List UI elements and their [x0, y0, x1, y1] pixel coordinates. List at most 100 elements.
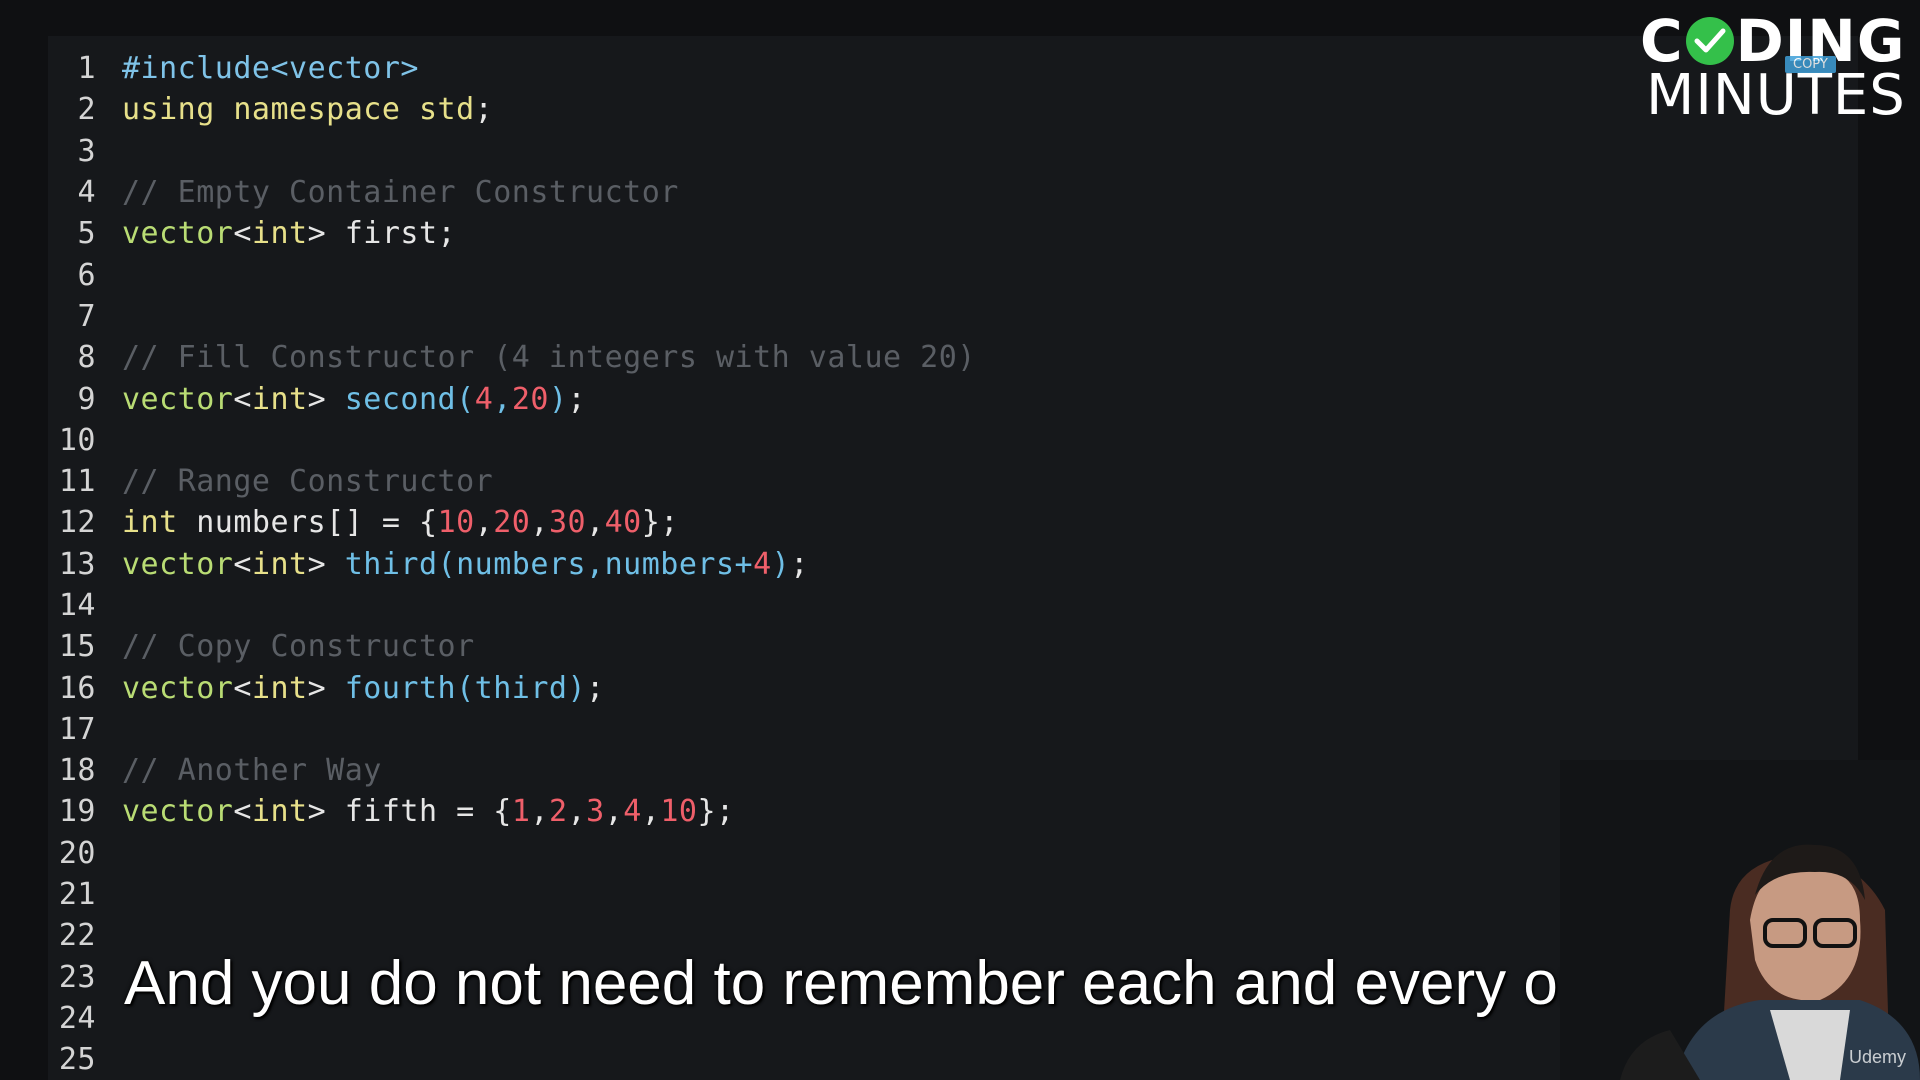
code-text: vector<int> fifth = {1,2,3,4,10};	[96, 794, 735, 829]
line-number: 22	[58, 918, 96, 954]
code-token: third(numbers,numbers+	[344, 546, 754, 582]
code-line: 8 // Fill Constructor (4 integers with va…	[48, 337, 1858, 378]
code-token: ,	[530, 505, 549, 541]
code-line: 1 #include<vector>	[48, 48, 1858, 89]
presenter-webcam: Udemy	[1560, 760, 1920, 1080]
code-token: 10	[437, 505, 475, 541]
code-token: int	[251, 546, 308, 582]
code-text: vector<int> first;	[96, 216, 456, 251]
code-token: )	[548, 381, 568, 417]
code-token: ,	[586, 505, 605, 541]
code-token: int	[251, 794, 308, 830]
code-token: ,	[530, 794, 549, 830]
code-token: > fifth = {	[307, 794, 512, 830]
code-token: 4	[474, 381, 494, 417]
code-token: #include<vector>	[122, 51, 419, 87]
code-token: ;	[474, 92, 494, 128]
logo-word-minutes: MINUTES	[1646, 63, 1906, 128]
code-token: vector	[122, 670, 234, 706]
copy-tag: COPY	[1785, 56, 1836, 73]
code-line: 13 vector<int> third(numbers,numbers+4);	[48, 544, 1858, 585]
line-number: 8	[77, 340, 96, 376]
code-token: 2	[548, 794, 568, 830]
line-number: 9	[77, 381, 96, 417]
line-number: 24	[58, 1000, 96, 1036]
code-token: 20	[511, 381, 549, 417]
code-token: // Empty Container Constructor	[122, 175, 679, 211]
code-token: // Range Constructor	[122, 464, 494, 500]
line-number: 12	[58, 505, 96, 541]
code-token: >	[307, 670, 345, 706]
code-token: <	[233, 794, 252, 830]
code-line: 10	[48, 420, 1858, 461]
line-number: 18	[58, 753, 96, 789]
code-token: 3	[586, 794, 605, 830]
code-text: // Range Constructor	[96, 464, 493, 499]
code-text: vector<int> third(numbers,numbers+4);	[96, 547, 809, 582]
code-line: 2 using namespace std;	[48, 89, 1858, 130]
line-number: 10	[58, 422, 96, 458]
line-number: 1	[77, 51, 96, 87]
code-token: int	[251, 670, 308, 706]
code-text: int numbers[] = {10,20,30,40};	[96, 505, 679, 540]
code-token: fourth(third)	[344, 670, 587, 706]
code-token: 20	[493, 505, 531, 541]
line-number: 17	[58, 711, 96, 747]
line-number: 15	[58, 629, 96, 665]
code-token: using namespace std	[122, 92, 475, 128]
line-number: 4	[77, 175, 96, 211]
line-number: 20	[58, 835, 96, 871]
code-token: ,	[493, 381, 512, 417]
code-token: 40	[604, 505, 642, 541]
code-line: 5 vector<int> first;	[48, 213, 1858, 254]
coding-minutes-logo: C DING MINUTES COPY	[1640, 12, 1910, 124]
code-text: // Fill Constructor (4 integers with val…	[96, 340, 976, 375]
code-line: 11 // Range Constructor	[48, 461, 1858, 502]
line-number: 21	[58, 877, 96, 913]
code-token: ,	[604, 794, 624, 830]
code-token: int	[251, 216, 308, 252]
line-number: 7	[77, 298, 96, 334]
code-token: // Copy Constructor	[122, 629, 475, 665]
code-line: 16 vector<int> fourth(third);	[48, 667, 1858, 708]
code-line: 14	[48, 585, 1858, 626]
code-token: >	[307, 546, 345, 582]
video-frame: 1 #include<vector> 2 using namespace std; 3 4…	[0, 0, 1920, 1080]
line-number: 16	[58, 670, 96, 706]
code-token: 1	[511, 794, 531, 830]
code-token: ;	[790, 546, 809, 582]
code-text: // Another Way	[96, 753, 382, 788]
line-number: 11	[58, 464, 96, 500]
code-line: 9 vector<int> second(4,20);	[48, 378, 1858, 419]
code-token: >	[307, 381, 345, 417]
code-token: vector	[122, 216, 234, 252]
subtitle-caption: And you do not need to remember each and…	[124, 949, 1644, 1018]
code-text: #include<vector>	[96, 51, 419, 86]
code-token: > first;	[307, 216, 457, 252]
code-token: ,	[567, 794, 587, 830]
code-text: // Copy Constructor	[96, 629, 475, 664]
check-circle-icon	[1685, 17, 1734, 65]
code-token: ,	[474, 505, 494, 541]
code-line: 7	[48, 296, 1858, 337]
code-text: vector<int> second(4,20);	[96, 382, 586, 417]
code-token: ;	[586, 670, 605, 706]
code-token: // Fill Constructor (4 integers with val…	[122, 340, 976, 376]
code-token: 30	[548, 505, 587, 541]
code-token: <	[233, 546, 252, 582]
code-token: 4	[753, 546, 772, 582]
udemy-watermark: Udemy	[1848, 1047, 1906, 1067]
code-text: // Empty Container Constructor	[96, 175, 679, 210]
code-token: };	[641, 505, 679, 541]
line-number: 23	[58, 959, 96, 995]
code-token: numbers[] = {	[177, 505, 438, 541]
code-token: ;	[567, 381, 587, 417]
code-line: 3	[48, 131, 1858, 172]
line-number: 25	[58, 1042, 96, 1078]
code-token: int	[251, 381, 308, 417]
code-token: vector	[122, 546, 234, 582]
code-line: 6	[48, 254, 1858, 295]
line-number: 3	[77, 133, 96, 169]
code-token: ,	[641, 794, 661, 830]
code-line: 4 // Empty Container Constructor	[48, 172, 1858, 213]
